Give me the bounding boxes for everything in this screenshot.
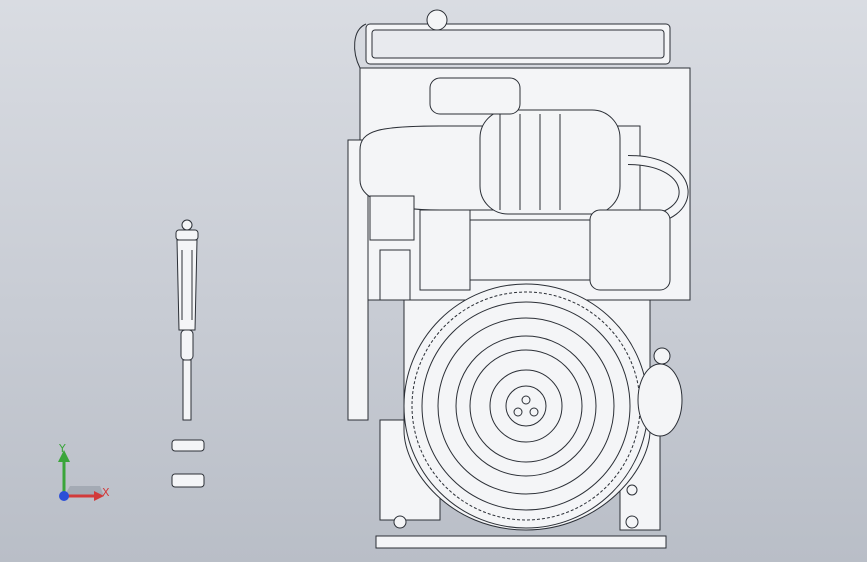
engine-model-drawing[interactable]	[0, 0, 867, 562]
triad-y-label: Y	[59, 442, 66, 455]
z-axis-dot	[59, 491, 69, 501]
triad-x-label: X	[102, 486, 110, 499]
dipstick-part[interactable]	[171, 219, 205, 488]
coordinate-triad: Y X	[46, 440, 116, 510]
flywheel[interactable]	[403, 283, 649, 529]
graphics-viewport[interactable]: Y X	[0, 0, 867, 562]
coordinate-triad-icon	[58, 450, 104, 501]
valve-cover[interactable]	[354, 9, 671, 69]
